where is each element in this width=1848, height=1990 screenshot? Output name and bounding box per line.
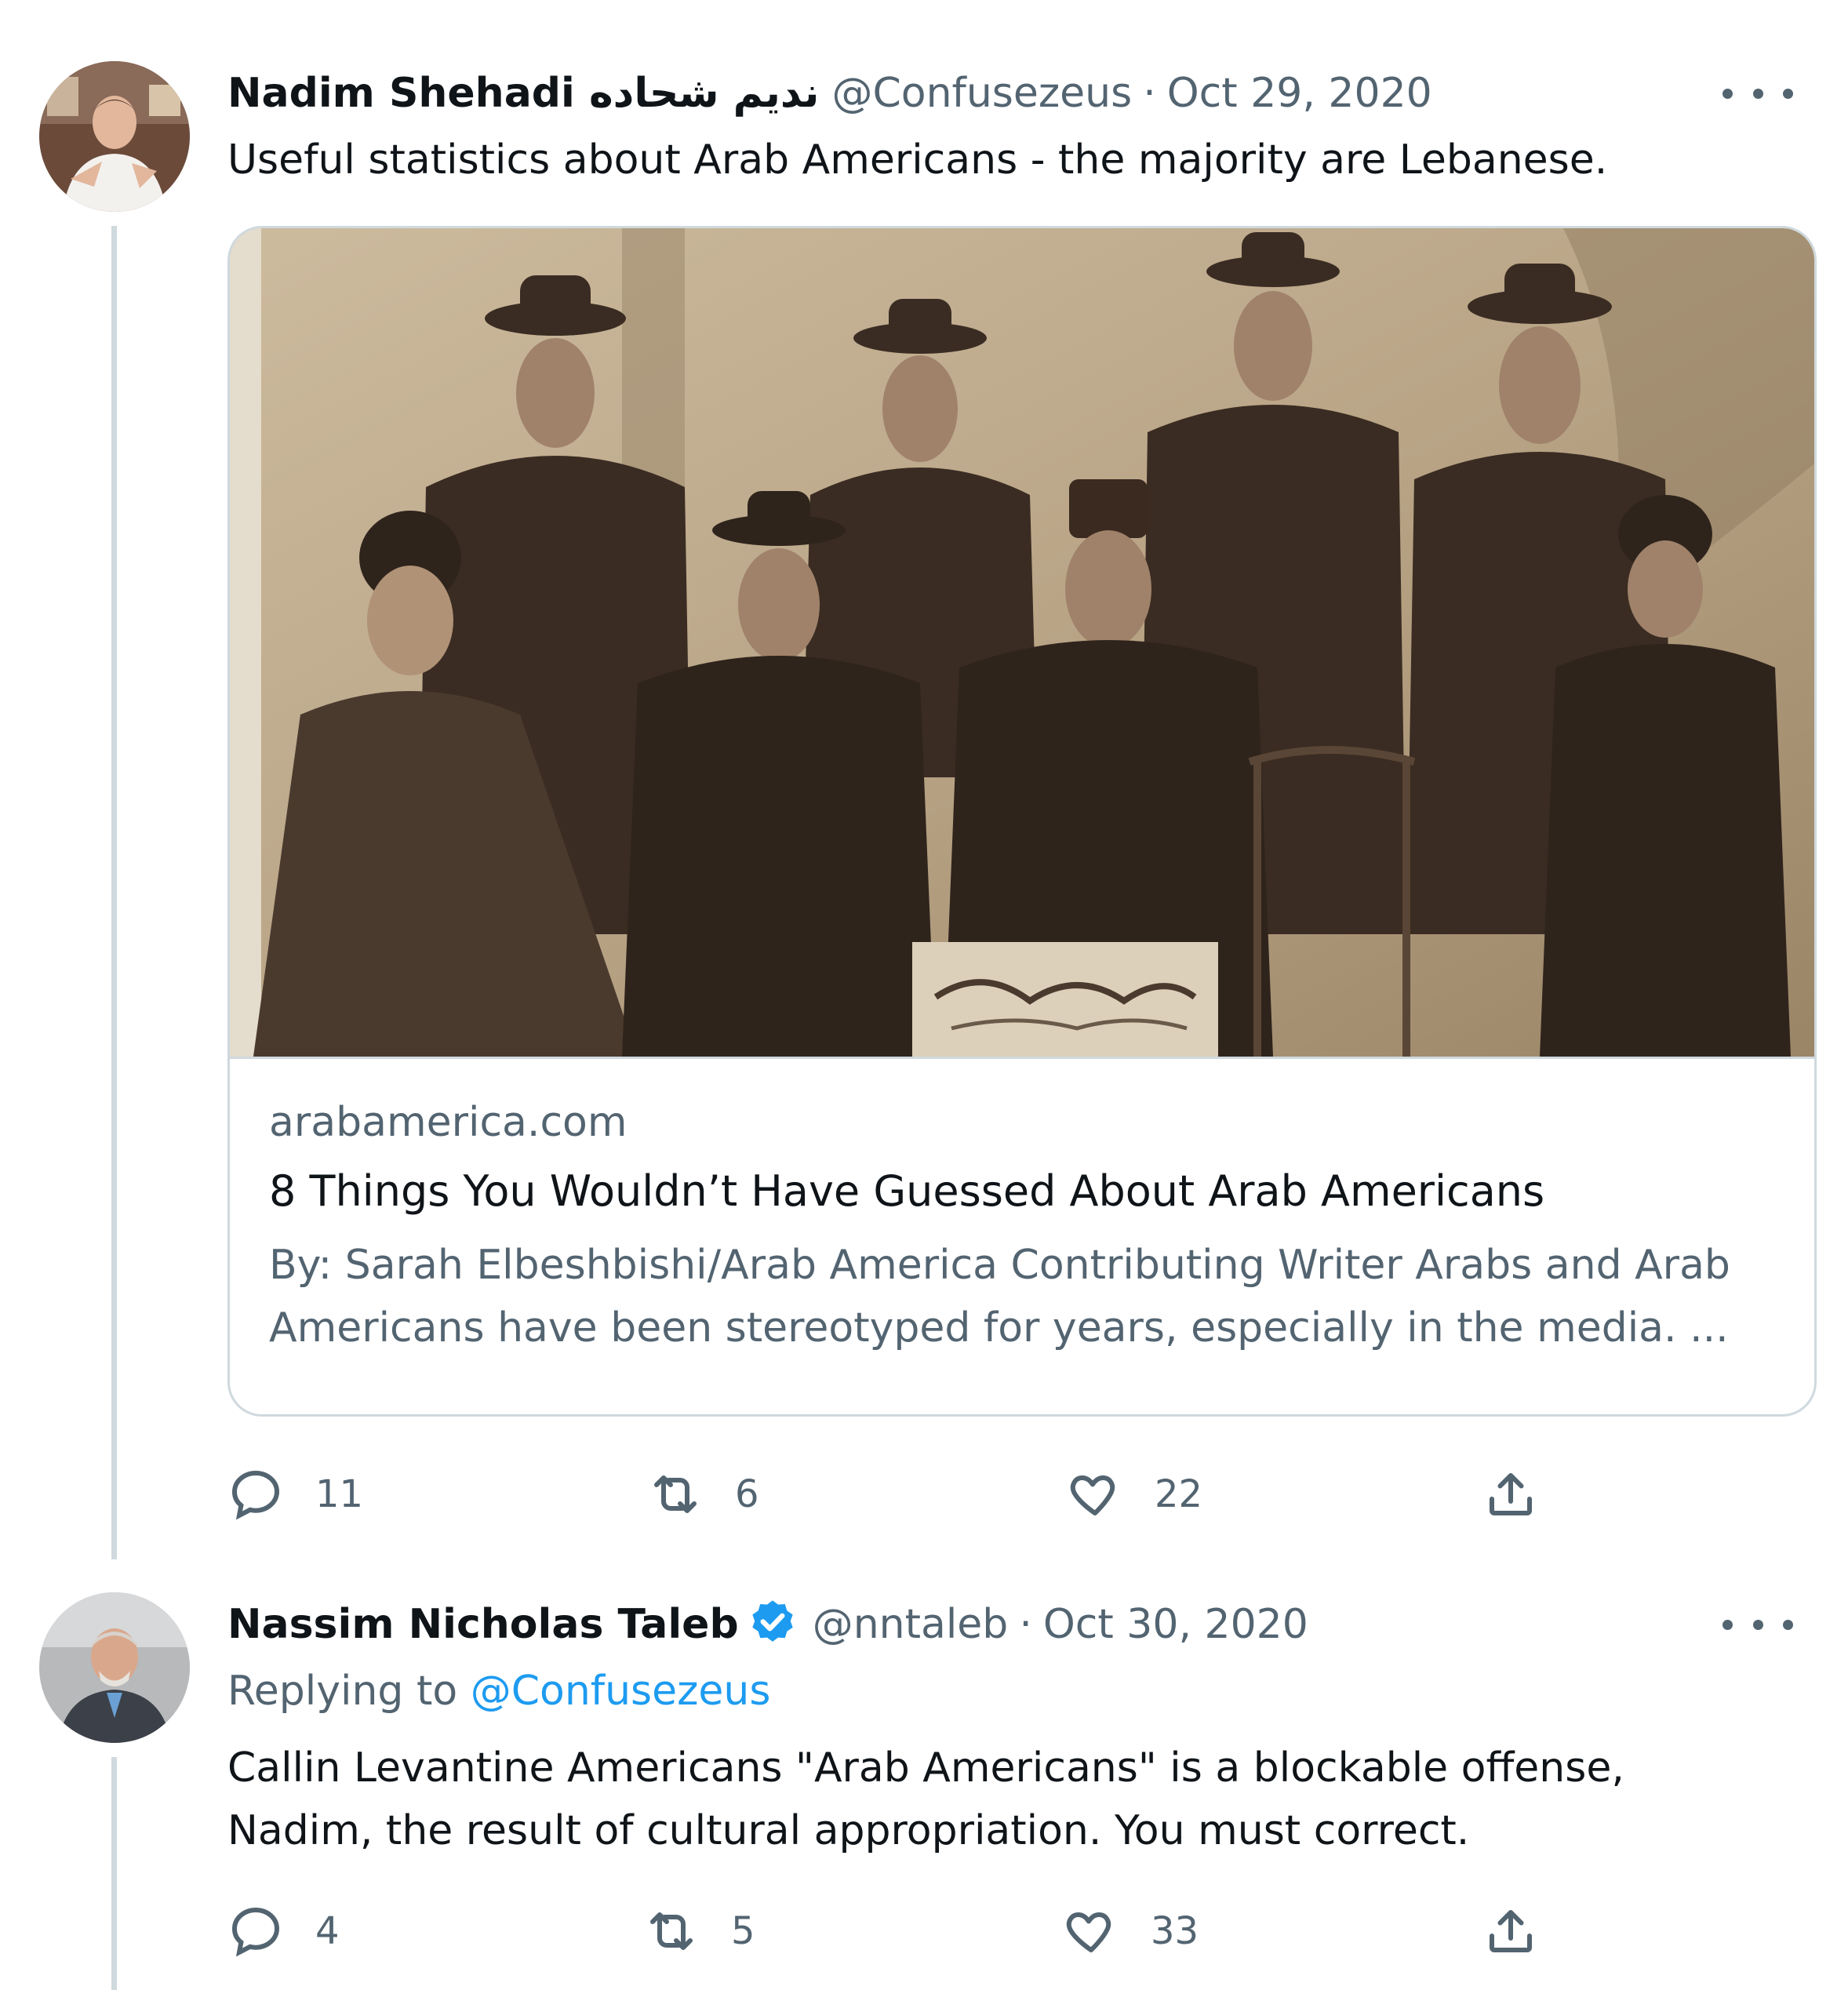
share-upload-icon: [1490, 1910, 1532, 1952]
speech-bubble-icon: [231, 1470, 280, 1520]
tweet-actions: 11 6 22: [227, 1459, 1796, 1530]
card-description: By: Sarah Elbeshbishi/Arab America Contr…: [269, 1242, 1730, 1352]
heart-icon: [1066, 1912, 1111, 1952]
avatar[interactable]: [39, 1592, 190, 1743]
tweet-text-line: Callin Levantine Americans "Arab America…: [227, 1744, 1624, 1792]
like-button[interactable]: 22: [1067, 1459, 1202, 1530]
author-name[interactable]: Nassim Nicholas Taleb: [227, 1601, 739, 1648]
card-title: 8 Things You Wouldn’t Have Guessed About…: [269, 1166, 1545, 1216]
share-upload-icon: [1490, 1473, 1532, 1515]
separator-dot: ·: [1143, 70, 1156, 117]
tweet[interactable]: Nassim Nicholas Taleb @nntaleb · Oct 30,…: [227, 1589, 1817, 1981]
retweet-button[interactable]: 5: [643, 1896, 755, 1966]
retweet-count: 6: [735, 1472, 759, 1516]
thread-connector-line: [111, 226, 117, 1559]
replying-to-handle[interactable]: @Confusezeus: [471, 1668, 771, 1715]
link-preview-card[interactable]: arabamerica.com 8 Things You Wouldn’t Ha…: [227, 226, 1817, 1417]
tweet-actions: 4 5 33: [227, 1896, 1796, 1966]
reply-button[interactable]: 4: [227, 1896, 340, 1966]
author-handle[interactable]: @Confusezeus: [831, 70, 1132, 117]
author-name[interactable]: Nadim Shehadi نديم شحاده: [227, 70, 819, 117]
retweet-count: 5: [731, 1909, 755, 1953]
thread-connector-line: [111, 1757, 117, 1990]
like-count: 22: [1155, 1472, 1203, 1516]
more-dots-icon[interactable]: [1722, 80, 1793, 107]
share-button[interactable]: [1482, 1459, 1570, 1530]
tweet-header: Nassim Nicholas Taleb @nntaleb · Oct 30,…: [227, 1589, 1308, 1660]
tweet-text: Useful statistics about Arab Americans -…: [227, 136, 1608, 184]
retweet-arrows-icon: [654, 1475, 697, 1513]
tweet-text: Callin Levantine Americans "Arab America…: [227, 1737, 1624, 1862]
tweet-date[interactable]: Oct 29, 2020: [1167, 70, 1432, 117]
tweet[interactable]: Nadim Shehadi نديم شحاده @Confusezeus · …: [227, 58, 1817, 1533]
verified-badge-icon: [752, 1600, 793, 1642]
tweet-header: Nadim Shehadi نديم شحاده @Confusezeus · …: [227, 58, 1432, 129]
speech-bubble-icon: [231, 1907, 280, 1957]
like-count: 33: [1151, 1909, 1199, 1953]
author-handle[interactable]: @nntaleb: [813, 1601, 1009, 1648]
reply-count: 4: [315, 1909, 340, 1953]
separator-dot: ·: [1019, 1601, 1032, 1648]
replying-to: Replying to @Confusezeus: [227, 1668, 770, 1715]
card-domain: arabamerica.com: [269, 1099, 628, 1146]
replying-to-label: Replying to: [227, 1668, 458, 1715]
share-button[interactable]: [1482, 1896, 1570, 1966]
retweet-arrows-icon: [650, 1912, 693, 1950]
card-image[interactable]: [230, 228, 1814, 1057]
heart-icon: [1070, 1475, 1115, 1515]
retweet-button[interactable]: 6: [647, 1459, 759, 1530]
tweet-text-line: Nadim, the result of cultural appropriat…: [227, 1807, 1470, 1854]
tweet-date[interactable]: Oct 30, 2020: [1043, 1601, 1308, 1648]
card-divider: [230, 1057, 1814, 1059]
avatar[interactable]: [39, 61, 190, 212]
more-dots-icon[interactable]: [1722, 1611, 1793, 1638]
reply-count: 11: [315, 1472, 364, 1516]
reply-button[interactable]: 11: [227, 1459, 363, 1530]
like-button[interactable]: 33: [1063, 1896, 1199, 1966]
